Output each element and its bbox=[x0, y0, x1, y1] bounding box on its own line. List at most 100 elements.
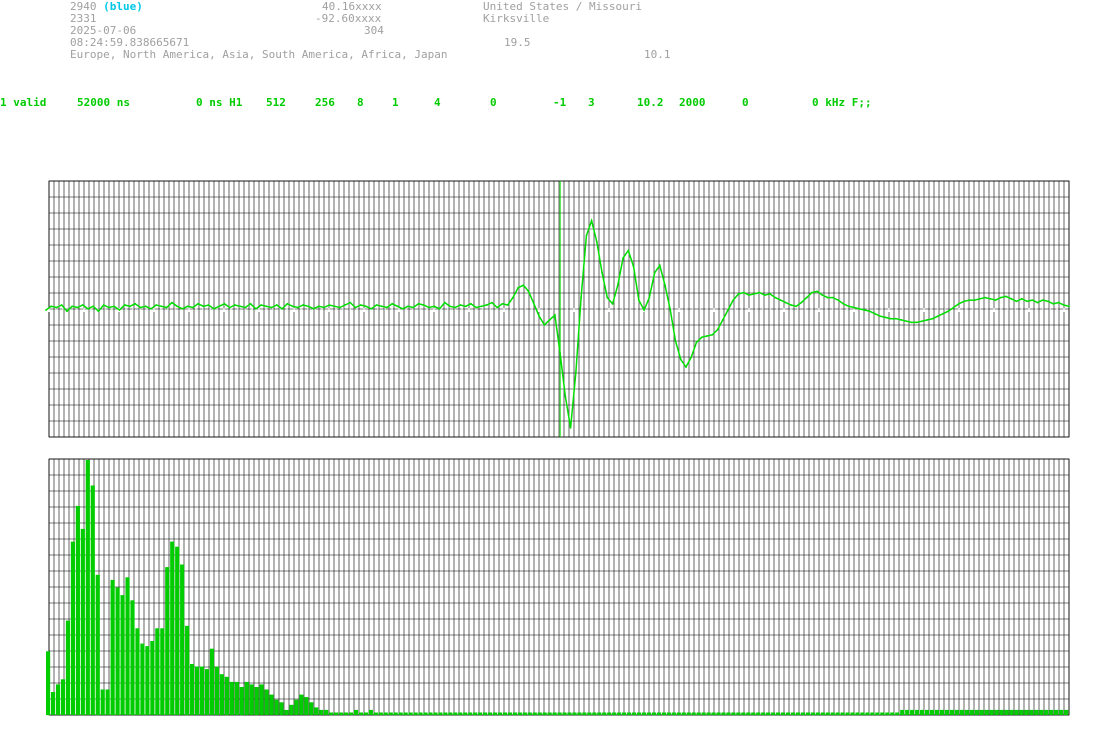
spectrum-bar bbox=[895, 712, 900, 716]
spectrum-bar bbox=[915, 709, 920, 715]
waveform-point bbox=[234, 304, 236, 306]
spectrum-bar bbox=[378, 712, 383, 716]
waveform-point bbox=[312, 307, 315, 310]
waveform-point bbox=[249, 302, 252, 305]
spectrum-bar bbox=[70, 541, 75, 715]
spectrum-bar bbox=[463, 712, 468, 716]
waveform-point bbox=[338, 306, 341, 309]
spectrum-bar bbox=[746, 712, 751, 716]
waveform-point bbox=[501, 302, 504, 305]
spectrum-bar bbox=[969, 709, 974, 715]
waveform-point bbox=[344, 304, 346, 306]
waveform-point bbox=[679, 358, 682, 361]
waveform-point bbox=[491, 301, 493, 304]
waveform-point bbox=[695, 341, 698, 344]
spectrum-bar bbox=[979, 709, 984, 715]
spectrum-bar bbox=[428, 712, 433, 716]
spectrum-bar bbox=[314, 707, 319, 715]
spectrum-bar bbox=[497, 712, 503, 716]
spectrum-bar bbox=[830, 712, 835, 716]
spectrum-bar bbox=[780, 712, 786, 716]
spectrum-bar bbox=[50, 692, 56, 715]
spectrum-bar bbox=[363, 712, 368, 716]
waveform-point bbox=[538, 315, 540, 318]
plot-area bbox=[45, 180, 1070, 716]
spectrum-bar bbox=[835, 712, 840, 716]
waveform-point bbox=[910, 321, 913, 324]
waveform-point bbox=[685, 366, 687, 368]
spectrum-bar bbox=[219, 674, 224, 715]
spectrum-bar bbox=[666, 712, 671, 716]
spectrum-bar bbox=[974, 709, 979, 715]
waveform-point bbox=[76, 306, 79, 309]
waveform-point bbox=[150, 307, 152, 310]
waveform-point bbox=[281, 307, 283, 310]
spectrum-bar bbox=[502, 712, 508, 716]
waveform-point bbox=[171, 301, 173, 304]
waveform-point bbox=[323, 306, 325, 309]
waveform-point bbox=[816, 290, 819, 293]
waveform-point bbox=[826, 296, 829, 299]
spectrum-bar bbox=[825, 712, 830, 716]
waveform-grid bbox=[48, 180, 1070, 438]
waveform-point bbox=[391, 302, 394, 305]
spectrum-bar bbox=[592, 712, 597, 716]
spectrum-bar bbox=[259, 684, 264, 715]
waveform-point bbox=[627, 249, 630, 252]
spectrum-bar bbox=[696, 712, 701, 716]
waveform-point bbox=[763, 294, 766, 296]
waveform-point bbox=[228, 306, 231, 309]
spectrum-bar bbox=[1009, 709, 1014, 715]
waveform-point bbox=[139, 306, 142, 309]
waveform-point bbox=[375, 304, 378, 306]
waveform-point bbox=[1041, 299, 1044, 301]
waveform-point bbox=[412, 306, 415, 309]
spectrum-bar bbox=[418, 712, 423, 716]
spectrum-bar bbox=[368, 709, 373, 715]
waveform-point bbox=[622, 257, 624, 259]
spectrum-bar bbox=[304, 697, 309, 715]
spectrum-bar bbox=[766, 712, 771, 716]
spectrum-bar bbox=[185, 625, 190, 716]
spectrum-bar bbox=[413, 712, 418, 716]
spectrum-bar bbox=[140, 643, 145, 715]
waveform-point bbox=[700, 336, 703, 339]
spectrum-bar bbox=[180, 564, 185, 715]
spectrum-bar bbox=[805, 712, 810, 716]
spectrum-bar bbox=[631, 712, 637, 716]
spectrum-bar bbox=[716, 712, 721, 716]
waveform-point bbox=[737, 293, 740, 295]
spectrum-bar bbox=[487, 712, 493, 716]
waveform-point bbox=[66, 310, 68, 313]
spectrum-bar bbox=[984, 709, 989, 715]
spectrum-bar bbox=[1049, 709, 1054, 715]
spectrum-bar bbox=[920, 709, 925, 715]
waveform-point bbox=[291, 305, 294, 308]
spectrum-bar bbox=[567, 712, 572, 716]
spectrum-bar bbox=[1059, 709, 1064, 715]
waveform-point bbox=[847, 305, 850, 308]
waveform-point bbox=[123, 304, 126, 306]
waveform-point bbox=[779, 299, 782, 301]
spectrum-bar bbox=[150, 641, 155, 715]
spectrum-bar bbox=[517, 712, 522, 716]
waveform-point bbox=[1036, 301, 1039, 304]
spectrum-bar bbox=[622, 712, 627, 716]
waveform-point bbox=[606, 296, 609, 299]
waveform-point bbox=[569, 426, 572, 429]
waveform-point bbox=[1026, 300, 1028, 303]
waveform-point bbox=[616, 284, 619, 287]
waveform-point bbox=[548, 319, 551, 321]
spectrum-bar bbox=[65, 620, 71, 715]
waveform-point bbox=[690, 356, 693, 358]
spectrum-bar bbox=[562, 712, 567, 716]
spectrum-bar bbox=[234, 681, 239, 715]
waveform-point bbox=[218, 305, 221, 308]
spectrum-bar bbox=[661, 712, 666, 716]
spectrum-bar bbox=[289, 704, 294, 715]
waveform-point bbox=[999, 296, 1002, 299]
spectrum-bar bbox=[339, 712, 344, 716]
waveform-point bbox=[874, 312, 876, 315]
spectrum-bar bbox=[95, 574, 100, 716]
waveform-point bbox=[160, 305, 163, 308]
